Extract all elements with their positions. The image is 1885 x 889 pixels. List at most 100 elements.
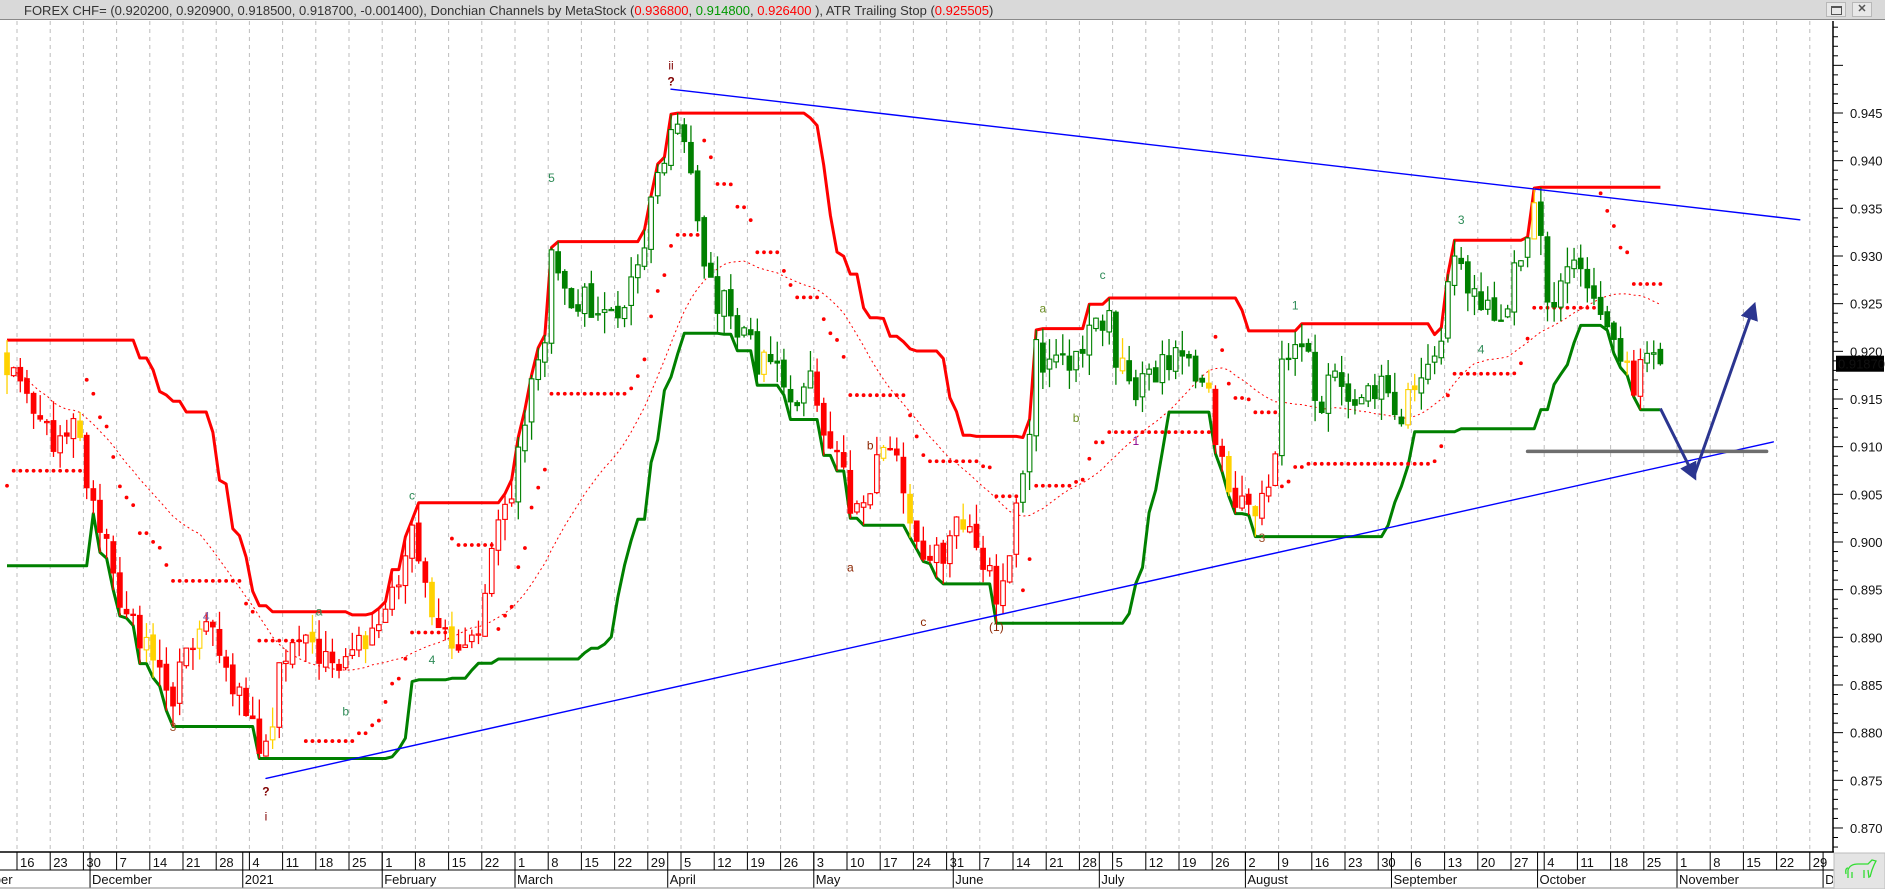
month-label[interactable]: May [816,872,841,887]
week-label[interactable]: 30 [86,855,100,870]
candle-body [1511,262,1518,313]
month-label[interactable]: November [1679,872,1740,887]
week-label[interactable]: 25 [352,855,366,870]
price-chart[interactable]: 34?iabc45ii?abc (1)abc13134 0.8700.8750.8… [0,0,1885,889]
week-label[interactable]: 3 [817,855,824,870]
atr-stop-dot [1565,305,1570,310]
week-label[interactable]: 9 [1282,855,1289,870]
week-label[interactable]: 15 [1746,855,1760,870]
week-label[interactable]: 28 [219,855,233,870]
month-label[interactable]: July [1101,872,1125,887]
month-label[interactable]: September [1393,872,1457,887]
week-label[interactable]: 29 [651,855,665,870]
week-label[interactable]: 23 [53,855,67,870]
candle-body [880,446,887,459]
candle [1564,247,1571,304]
atr-stop-dot [496,627,501,631]
week-label[interactable]: 20 [1481,855,1495,870]
week-label[interactable]: 5 [684,855,691,870]
atr-stop-dot [921,453,926,458]
candle-body [1584,268,1591,289]
close-button[interactable]: ✕ [1852,2,1872,17]
week-label[interactable]: 16 [20,855,34,870]
month-label[interactable]: December [92,872,153,887]
week-label[interactable]: 13 [1448,855,1462,870]
month-label[interactable]: February [384,872,437,887]
week-label[interactable]: 25 [1647,855,1661,870]
week-label[interactable]: 26 [1215,855,1229,870]
atr-stop-dot [868,393,873,398]
week-label[interactable]: 6 [1414,855,1421,870]
week-label[interactable]: 28 [1082,855,1096,870]
candle-body [1398,416,1405,425]
price-axis[interactable]: 0.870 0.875 0.880 0.885 0.890 0.895 0.900 0.905… [1832,21,1885,852]
week-label[interactable]: 2 [1248,855,1255,870]
week-label[interactable]: 1 [518,855,525,870]
week-label[interactable]: 8 [418,855,425,870]
week-label[interactable]: 1 [385,855,392,870]
week-label[interactable]: 8 [551,855,558,870]
week-label[interactable]: 16 [1315,855,1329,870]
week-label[interactable]: 22 [485,855,499,870]
week-label[interactable]: 11 [1580,855,1594,870]
week-label[interactable]: 30 [1381,855,1395,870]
week-label[interactable]: 7 [120,855,127,870]
week-label[interactable]: 22 [1780,855,1794,870]
week-label[interactable]: 24 [916,855,930,870]
week-label[interactable]: 23 [1348,855,1362,870]
candle-body [1059,353,1066,356]
week-label[interactable]: 21 [1049,855,1063,870]
week-label[interactable]: 15 [452,855,466,870]
time-axis[interactable]: 16 23 30 7 14 21 28 4 11 18 25 1 8 15 22 1 8 15 22 29 5 12 19 2… [0,851,1885,889]
week-label[interactable]: 18 [1614,855,1628,870]
candle-body [641,247,648,267]
month-label[interactable]: June [955,872,983,887]
candle-body [302,634,309,644]
week-label[interactable]: 21 [186,855,200,870]
projection-down-arrow[interactable] [1659,407,1697,481]
week-label[interactable]: 12 [717,855,731,870]
week-label[interactable]: 17 [883,855,897,870]
week-label[interactable]: 27 [1514,855,1528,870]
week-label[interactable]: 5 [1116,855,1123,870]
candle [1471,274,1478,316]
atr-stop-dot [735,204,740,209]
month-label[interactable]: November [0,872,13,887]
week-label[interactable]: 26 [784,855,798,870]
week-label[interactable]: 4 [252,855,259,870]
candle [741,325,747,338]
corner-box[interactable] [1833,852,1885,889]
candle-body [223,656,229,668]
week-label[interactable]: 19 [1182,855,1196,870]
week-label[interactable]: 31 [950,855,964,870]
atr-stop-dot [1339,461,1344,466]
week-label[interactable]: 4 [1547,855,1554,870]
week-label[interactable]: 7 [983,855,990,870]
candle-body [701,217,708,267]
week-label[interactable]: 1 [1680,855,1687,870]
candle-body [468,634,475,643]
week-label[interactable]: 11 [286,855,300,870]
month-label[interactable]: April [670,872,696,887]
month-label[interactable]: August [1247,872,1288,887]
month-label[interactable]: 2021 [245,872,274,887]
lower-trendline[interactable] [265,441,1774,780]
week-label[interactable]: 14 [153,855,167,870]
week-label[interactable]: 10 [850,855,864,870]
wave-label: ? [667,75,674,89]
month-label[interactable]: October [1540,872,1587,887]
week-label[interactable]: 8 [1713,855,1720,870]
restore-button[interactable] [1826,2,1846,17]
week-label[interactable]: 12 [1149,855,1163,870]
week-label[interactable]: 18 [319,855,333,870]
week-label[interactable]: 22 [618,855,632,870]
week-label[interactable]: 14 [1016,855,1030,870]
week-label[interactable]: 29 [1813,855,1827,870]
candle [236,682,243,716]
month-label[interactable]: March [517,872,553,887]
drawing-tools[interactable] [265,88,1801,780]
week-label[interactable]: 19 [750,855,764,870]
week-label[interactable]: 15 [584,855,598,870]
atr-stop-dot [1592,305,1596,310]
upper-trendline[interactable] [670,88,1801,221]
